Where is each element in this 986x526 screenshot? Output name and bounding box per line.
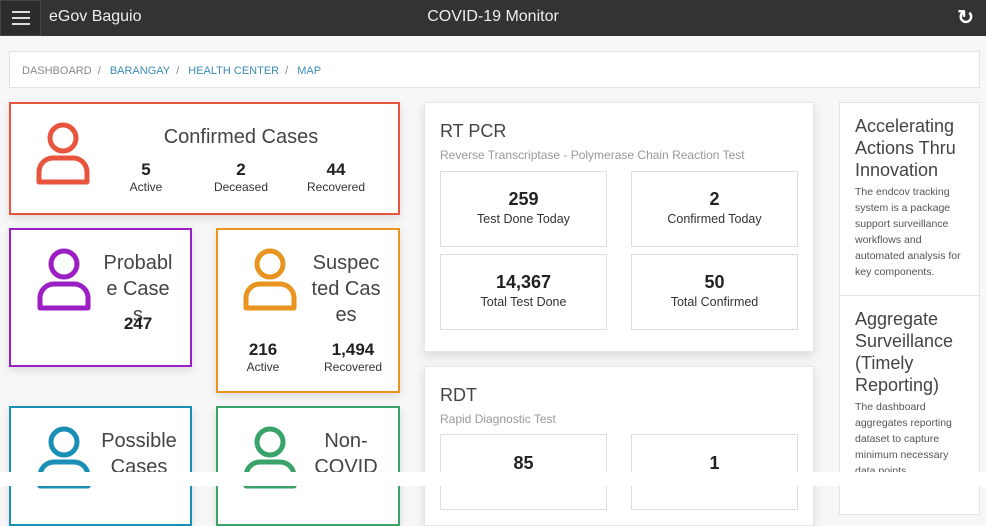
- breadcrumb-health-center[interactable]: HEALTH CENTER: [188, 65, 279, 77]
- deceased-count: 2: [236, 160, 246, 179]
- info-title: Aggregate Surveillance (Timely Reporting…: [855, 309, 954, 395]
- probable-count: 247: [123, 314, 153, 333]
- app-title: COVID-19 Monitor: [427, 8, 559, 25]
- suspected-cases-card[interactable]: Suspected Cases 216 Active 1,494 Recovered: [216, 228, 400, 393]
- person-icon: [243, 248, 297, 311]
- bottom-edge: [0, 472, 986, 486]
- stat-value: 85: [513, 453, 534, 473]
- confirmed-cases-card[interactable]: Confirmed Cases 5 Active 2 Deceased 44 Reco…: [9, 102, 400, 215]
- active-label: Active: [246, 360, 280, 374]
- stat-label: Test Done Today: [477, 212, 570, 226]
- breadcrumb-barangay[interactable]: BARANGAY: [110, 65, 170, 77]
- stat-value: 2: [709, 189, 720, 209]
- panel-title: RT PCR: [440, 121, 507, 141]
- breadcrumb-dashboard[interactable]: DASHBOARD: [22, 65, 92, 77]
- info-title: Accelerating Actions Thru Innovation: [855, 116, 956, 180]
- stat-box: 259 Test Done Today: [440, 171, 607, 247]
- recovered-label: Recovered: [323, 360, 383, 374]
- breadcrumb-map[interactable]: MAP: [297, 65, 321, 77]
- possible-cases-card[interactable]: Possible Cases: [9, 406, 192, 526]
- non-covid-card[interactable]: Non-COVID: [216, 406, 400, 526]
- info-text: The dashboard aggregates reporting datas…: [855, 401, 952, 477]
- card-title: Suspected Cases: [311, 252, 381, 326]
- stat-value: 14,367: [495, 272, 552, 292]
- stat-value: 50: [704, 272, 725, 292]
- stat-value: 1: [709, 453, 720, 473]
- person-icon: [37, 248, 91, 311]
- recovered-count: 44: [326, 160, 346, 179]
- active-label: Active: [129, 180, 163, 194]
- panel-subtitle: Rapid Diagnostic Test: [440, 412, 556, 426]
- recovered-label: Recovered: [306, 180, 366, 194]
- stat-box: 50 Total Confirmed: [631, 254, 798, 330]
- refresh-icon[interactable]: ↻: [957, 5, 974, 30]
- rdt-panel: RDT Rapid Diagnostic Test 85 1: [424, 366, 814, 526]
- breadcrumb: DASHBOARD / BARANGAY / HEALTH CENTER / MAP: [9, 51, 980, 88]
- panel-title: RDT: [440, 385, 477, 405]
- stat-label: Total Confirmed: [670, 295, 759, 309]
- person-icon: [36, 122, 90, 185]
- recovered-count: 1,494: [331, 340, 375, 359]
- rt-pcr-panel: RT PCR Reverse Transcriptase - Polymeras…: [424, 102, 814, 352]
- stat-box: 2 Confirmed Today: [631, 171, 798, 247]
- probable-cases-card[interactable]: Probable Cases 247: [9, 228, 192, 367]
- stat-value: 259: [508, 189, 539, 209]
- stat-label: Total Test Done: [480, 295, 567, 309]
- panel-subtitle: Reverse Transcriptase - Polymerase Chain…: [440, 148, 745, 162]
- stat-label: Confirmed Today: [667, 212, 762, 226]
- info-text: The endcov tracking system is a package …: [855, 186, 961, 278]
- stat-box: 14,367 Total Test Done: [440, 254, 607, 330]
- deceased-label: Deceased: [213, 180, 269, 194]
- active-count: 216: [248, 340, 278, 359]
- active-count: 5: [141, 160, 151, 179]
- card-title: Confirmed Cases: [163, 126, 319, 148]
- info-card: Accelerating Actions Thru Innovation The…: [839, 102, 980, 296]
